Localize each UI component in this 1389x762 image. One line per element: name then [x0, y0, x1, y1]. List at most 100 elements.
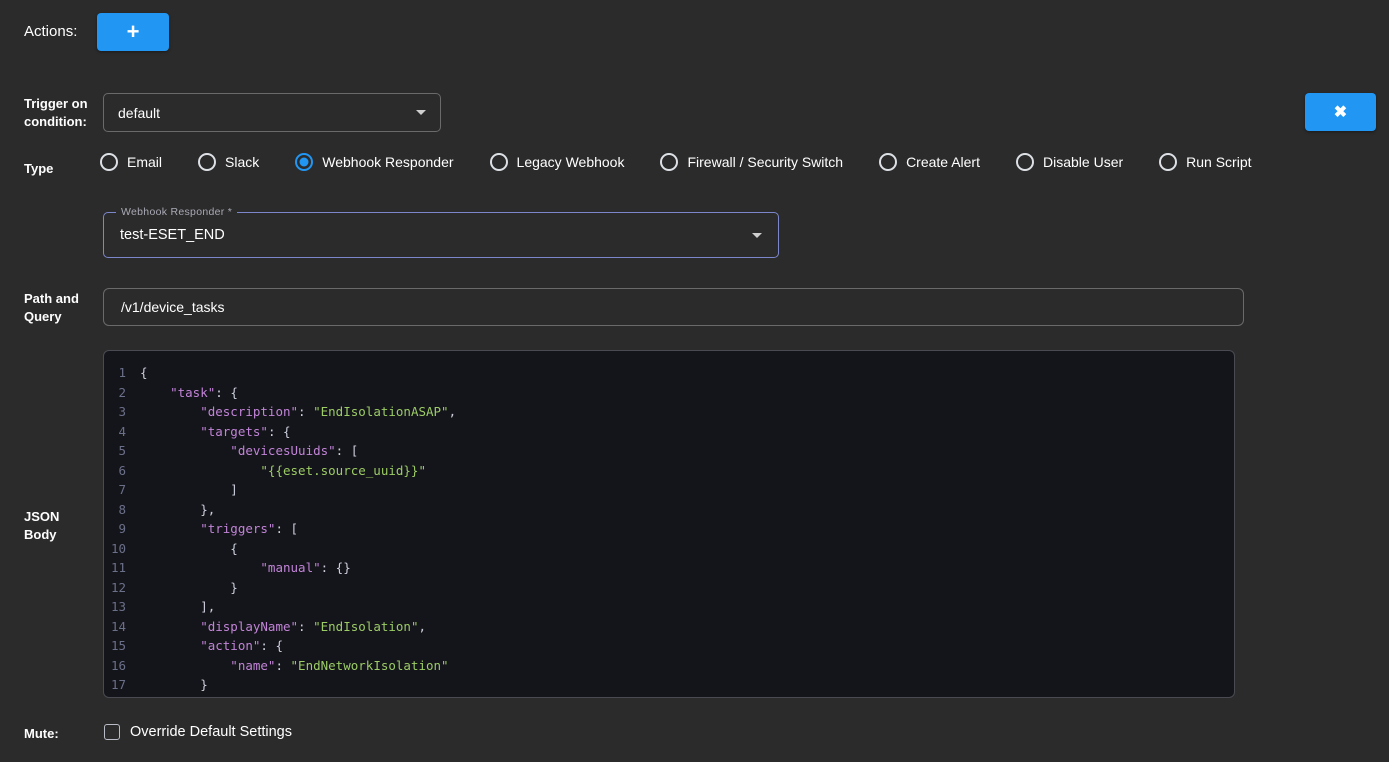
line-number: 10 [104, 539, 140, 559]
chevron-down-icon [416, 110, 426, 115]
line-content: "devicesUuids": [ [140, 441, 358, 461]
radio-icon [879, 153, 897, 171]
line-content: } [140, 675, 208, 695]
line-content: "task": { [140, 383, 238, 403]
json-body-editor[interactable]: 1 { 2 "task": { 3 "description": "EndIso… [103, 350, 1235, 698]
line-content: } [140, 578, 238, 598]
line-number: 8 [104, 500, 140, 520]
remove-action-button[interactable]: ✖ [1305, 93, 1376, 131]
line-content: "targets": { [140, 422, 291, 442]
code-line: 9 "triggers": [ [104, 519, 1234, 539]
code-line: 6 "{{eset.source_uuid}}" [104, 461, 1234, 481]
line-number: 17 [104, 675, 140, 695]
line-content: "description": "EndIsolationASAP", [140, 402, 456, 422]
type-radio-label: Slack [225, 154, 259, 170]
type-radio-option[interactable]: Create Alert [879, 153, 980, 171]
code-line: 5 "devicesUuids": [ [104, 441, 1234, 461]
line-number: 5 [104, 441, 140, 461]
code-line: 4 "targets": { [104, 422, 1234, 442]
line-number: 16 [104, 656, 140, 676]
line-number: 7 [104, 480, 140, 500]
actions-label: Actions: [24, 23, 77, 40]
line-content: "name": "EndNetworkIsolation" [140, 656, 449, 676]
trigger-condition-value: default [118, 105, 160, 121]
line-number: 2 [104, 383, 140, 403]
trigger-condition-label: Trigger on condition: [24, 95, 94, 131]
code-line: 17 } [104, 675, 1234, 695]
trigger-condition-select[interactable]: default [103, 93, 441, 132]
line-number: 15 [104, 636, 140, 656]
type-radio-option[interactable]: Run Script [1159, 153, 1251, 171]
action-config-panel: { "colors": { "background": "#2b2b2b", "… [0, 0, 1389, 762]
type-radio-label: Run Script [1186, 154, 1251, 170]
radio-icon [490, 153, 508, 171]
add-action-button[interactable]: + [97, 13, 169, 51]
line-number: 14 [104, 617, 140, 637]
type-radio-label: Disable User [1043, 154, 1123, 170]
line-content: "displayName": "EndIsolation", [140, 617, 426, 637]
type-options: Email Slack Webhook Responder Legacy Web… [100, 153, 1252, 171]
code-line: 15 "action": { [104, 636, 1234, 656]
line-content: }, [140, 500, 215, 520]
radio-icon [1016, 153, 1034, 171]
type-radio-label: Email [127, 154, 162, 170]
code-line: 3 "description": "EndIsolationASAP", [104, 402, 1234, 422]
code-line: 13 ], [104, 597, 1234, 617]
line-content: "{{eset.source_uuid}}" [140, 461, 426, 481]
line-content: "triggers": [ [140, 519, 298, 539]
path-query-label: Path and Query [24, 290, 94, 326]
code-line: 10 { [104, 539, 1234, 559]
code-line: 1 { [104, 363, 1234, 383]
line-content: ], [140, 597, 215, 617]
type-radio-label: Legacy Webhook [517, 154, 625, 170]
radio-icon [660, 153, 678, 171]
code-line: 11 "manual": {} [104, 558, 1234, 578]
line-content: "manual": {} [140, 558, 351, 578]
override-default-settings-option[interactable]: Override Default Settings [104, 724, 292, 740]
radio-icon [295, 153, 313, 171]
chevron-down-icon [752, 233, 762, 238]
code-line: 8 }, [104, 500, 1234, 520]
code-line: 18 } [104, 695, 1234, 699]
type-radio-option[interactable]: Disable User [1016, 153, 1123, 171]
line-number: 13 [104, 597, 140, 617]
code-line: 2 "task": { [104, 383, 1234, 403]
line-number: 4 [104, 422, 140, 442]
type-radio-option[interactable]: Firewall / Security Switch [660, 153, 843, 171]
code-line: 12 } [104, 578, 1234, 598]
radio-icon [1159, 153, 1177, 171]
code-line: 14 "displayName": "EndIsolation", [104, 617, 1234, 637]
mute-checkbox-label: Override Default Settings [130, 724, 292, 740]
line-content: { [140, 363, 148, 383]
line-content: } [140, 695, 178, 699]
line-number: 11 [104, 558, 140, 578]
close-icon: ✖ [1334, 102, 1347, 122]
code-lines: 1 { 2 "task": { 3 "description": "EndIso… [104, 363, 1234, 698]
line-number: 12 [104, 578, 140, 598]
json-body-label: JSON Body [24, 508, 94, 544]
mute-checkbox[interactable] [104, 724, 120, 740]
radio-icon [100, 153, 118, 171]
webhook-responder-select[interactable]: Webhook Responder * test-ESET_END [103, 212, 779, 258]
line-content: { [140, 539, 238, 559]
radio-icon [198, 153, 216, 171]
type-radio-option[interactable]: Slack [198, 153, 259, 171]
mute-label: Mute: [24, 725, 94, 743]
webhook-responder-value: test-ESET_END [120, 227, 225, 243]
line-number: 18 [104, 695, 140, 699]
webhook-responder-label: Webhook Responder * [116, 206, 237, 218]
line-number: 1 [104, 363, 140, 383]
line-content: ] [140, 480, 238, 500]
type-label: Type [24, 160, 94, 178]
line-content: "action": { [140, 636, 283, 656]
type-radio-label: Webhook Responder [322, 154, 453, 170]
type-radio-option[interactable]: Webhook Responder [295, 153, 453, 171]
type-radio-option[interactable]: Email [100, 153, 162, 171]
line-number: 3 [104, 402, 140, 422]
line-number: 6 [104, 461, 140, 481]
line-number: 9 [104, 519, 140, 539]
path-query-input[interactable] [103, 288, 1244, 326]
type-radio-label: Firewall / Security Switch [687, 154, 843, 170]
plus-icon: + [127, 21, 140, 43]
type-radio-option[interactable]: Legacy Webhook [490, 153, 625, 171]
